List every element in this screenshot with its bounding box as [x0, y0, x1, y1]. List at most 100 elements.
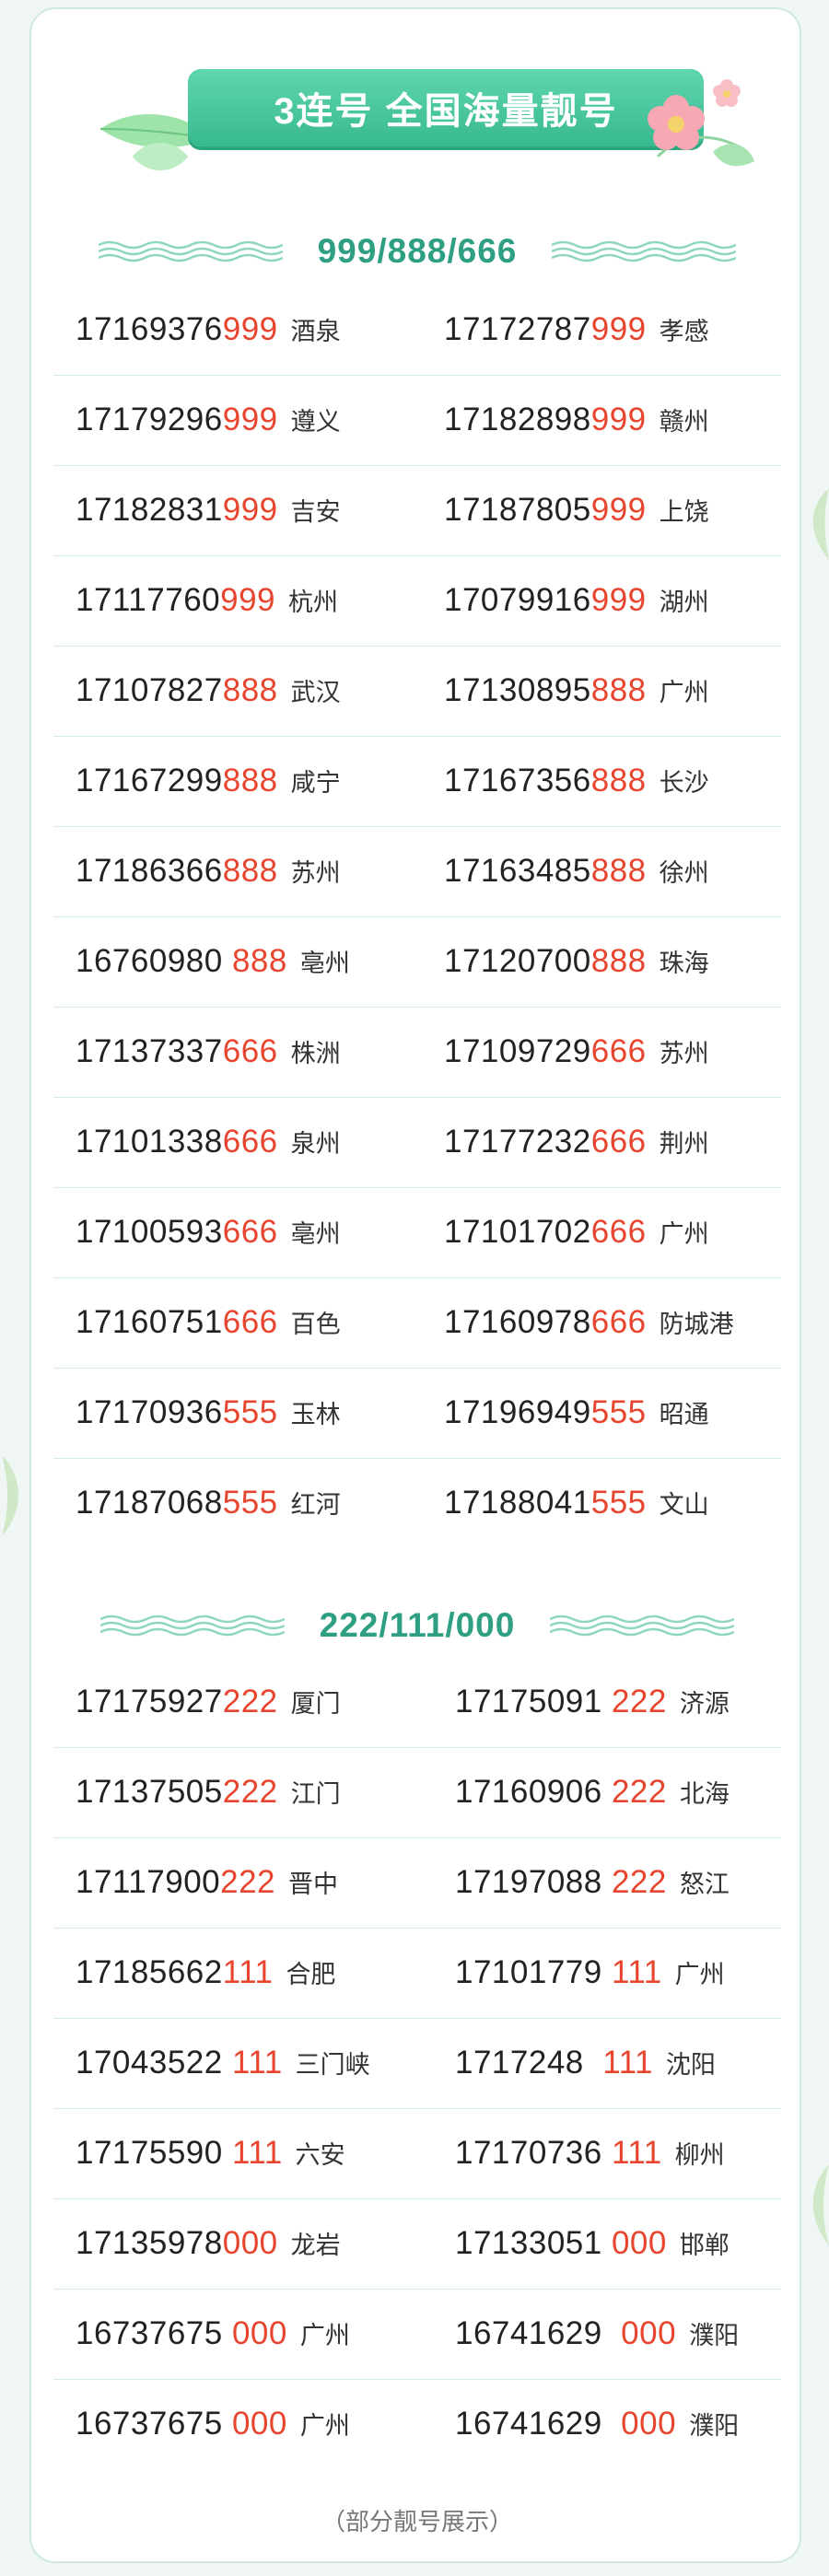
phone-number: 16741629 000 — [455, 2315, 676, 2352]
number-tail: 666 — [222, 1214, 278, 1250]
phone-number-entry[interactable]: 17117900222 晋中 — [76, 1864, 338, 1905]
phone-number-entry[interactable]: 17101702666 广州 — [444, 1214, 709, 1254]
number-prefix: 17101702 — [444, 1214, 591, 1250]
phone-number-entry[interactable]: 16760980 888 亳州 — [76, 943, 350, 984]
number-tail: 999 — [220, 582, 276, 618]
phone-number-entry[interactable]: 17175927222 厦门 — [76, 1684, 341, 1724]
phone-number-entry[interactable]: 17101779 111 广州 — [455, 1954, 725, 1995]
city-label: 江门 — [290, 1780, 341, 1808]
number-tail: 666 — [222, 1124, 278, 1160]
phone-number-entry[interactable]: 17117760999 杭州 — [76, 582, 338, 623]
number-tail: 000 — [231, 2315, 287, 2351]
phone-number-entry[interactable]: 1717248 111 沈阳 — [455, 2045, 716, 2085]
phone-number-entry[interactable]: 17177232666 荆州 — [444, 1124, 709, 1164]
phone-number-entry[interactable]: 17188041555 文山 — [444, 1485, 709, 1525]
phone-number-entry[interactable]: 17163485888 徐州 — [444, 853, 709, 893]
number-prefix: 16741629 — [455, 2315, 622, 2351]
phone-number: 17175590 111 — [76, 2135, 283, 2172]
number-prefix: 17187068 — [76, 1485, 223, 1521]
wave-icon — [552, 240, 737, 262]
phone-number-entry[interactable]: 17079916999 湖州 — [444, 582, 709, 623]
phone-number-entry[interactable]: 16737675 000 广州 — [76, 2315, 350, 2356]
wave-icon — [550, 1614, 735, 1637]
phone-number-entry[interactable]: 17160751666 百色 — [76, 1304, 341, 1345]
phone-number-entry[interactable]: 16741629 000 濮阳 — [455, 2315, 739, 2356]
phone-number-entry[interactable]: 17160978666 防城港 — [444, 1304, 734, 1345]
phone-number-entry[interactable]: 17107827888 武汉 — [76, 672, 341, 713]
number-tail: 000 — [222, 2225, 278, 2261]
phone-number-entry[interactable]: 17160906 222 北海 — [455, 1774, 730, 1814]
phone-number-entry[interactable]: 17135978000 龙岩 — [76, 2225, 341, 2266]
phone-number-entry[interactable]: 17197088 222 怒江 — [455, 1864, 730, 1905]
city-label: 怒江 — [679, 1871, 730, 1898]
number-prefix: 17133051 — [455, 2225, 612, 2261]
city-label: 亳州 — [299, 950, 350, 977]
phone-number-entry[interactable]: 17175590 111 六安 — [76, 2135, 345, 2175]
number-tail: 555 — [590, 1485, 647, 1521]
phone-number-entry[interactable]: 17167299888 咸宁 — [76, 763, 341, 803]
phone-number: 17188041555 — [444, 1485, 647, 1521]
phone-number-entry[interactable]: 17137505222 江门 — [76, 1774, 341, 1814]
number-row: 16737675 000 广州 16741629 000 濮阳 — [53, 2380, 781, 2470]
phone-number-entry[interactable]: 17170736 111 柳州 — [455, 2135, 725, 2175]
phone-number-entry[interactable]: 17043522 111 三门峡 — [76, 2045, 370, 2085]
phone-number: 17107827888 — [76, 672, 278, 709]
number-tail: 000 — [611, 2225, 667, 2261]
number-prefix: 17170936 — [76, 1394, 223, 1430]
footer-note: （部分靓号展示） — [321, 2508, 513, 2535]
phone-number-entry[interactable]: 17169376999 酒泉 — [76, 311, 341, 352]
phone-number-entry[interactable]: 17130895888 广州 — [444, 672, 709, 713]
number-tail: 999 — [590, 311, 647, 347]
number-prefix: 17169376 — [76, 311, 223, 347]
phone-number: 17196949555 — [444, 1394, 647, 1431]
number-prefix: 17167356 — [444, 763, 591, 798]
phone-number-entry[interactable]: 17182831999 吉安 — [76, 492, 341, 532]
number-row: 16760980 888 亳州 17120700888 珠海 — [53, 917, 781, 1008]
number-prefix: 17043522 — [76, 2045, 232, 2081]
phone-number-entry[interactable]: 17187068555 红河 — [76, 1485, 341, 1525]
city-label: 昭通 — [659, 1401, 709, 1428]
phone-number-entry[interactable]: 17167356888 长沙 — [444, 763, 709, 803]
phone-number-entry[interactable]: 17196949555 昭通 — [444, 1394, 709, 1435]
phone-number-entry[interactable]: 17172787999 孝感 — [444, 311, 709, 352]
phone-number-entry[interactable]: 17100593666 亳州 — [76, 1214, 341, 1254]
phone-number-entry[interactable]: 17175091 222 济源 — [455, 1684, 730, 1724]
phone-number: 17170936555 — [76, 1394, 278, 1431]
city-label: 厦门 — [290, 1690, 341, 1718]
city-label: 苏州 — [659, 1040, 709, 1067]
number-row: 17179296999 遵义 17182898999 赣州 — [53, 376, 781, 466]
phone-number-entry[interactable]: 17179296999 遵义 — [76, 402, 341, 442]
phone-number-entry[interactable]: 17101338666 泉州 — [76, 1124, 341, 1164]
city-label: 吉安 — [290, 498, 341, 526]
phone-number-entry[interactable]: 17120700888 珠海 — [444, 943, 709, 984]
number-row: 17175927222 厦门 17175091 222 济源 — [53, 1658, 781, 1748]
number-prefix: 1717248 — [455, 2045, 603, 2081]
side-leaf-icon — [812, 2164, 829, 2245]
phone-number-entry[interactable]: 17170936555 玉林 — [76, 1394, 341, 1435]
phone-number-entry[interactable]: 17109729666 苏州 — [444, 1033, 709, 1074]
number-row: 17186366888 苏州 17163485888 徐州 — [53, 827, 781, 917]
number-prefix: 17130895 — [444, 672, 591, 708]
number-prefix: 17196949 — [444, 1394, 591, 1430]
number-prefix: 17179296 — [76, 402, 223, 437]
phone-number-entry[interactable]: 17182898999 赣州 — [444, 402, 709, 442]
phone-number-entry[interactable]: 17133051 000 邯郸 — [455, 2225, 730, 2266]
number-tail: 666 — [590, 1033, 647, 1069]
banner-title: 3连号 全国海量靓号 — [188, 69, 704, 146]
phone-number: 17172787999 — [444, 311, 647, 348]
number-prefix: 17170736 — [455, 2135, 612, 2171]
phone-number-entry[interactable]: 16737675 000 广州 — [76, 2406, 350, 2446]
phone-number-entry[interactable]: 17187805999 上饶 — [444, 492, 709, 532]
section-title: 222/111/000 — [319, 1606, 516, 1644]
number-row: 17043522 111 三门峡 1717248 111 沈阳 — [53, 2019, 781, 2109]
city-label: 株洲 — [290, 1040, 341, 1067]
phone-number: 17187805999 — [444, 492, 647, 529]
phone-number-entry[interactable]: 17186366888 苏州 — [76, 853, 341, 893]
number-prefix: 17117900 — [76, 1864, 221, 1900]
city-label: 咸宁 — [290, 769, 341, 797]
phone-number-entry[interactable]: 17137337666 株洲 — [76, 1033, 341, 1074]
phone-number-entry[interactable]: 17185662111 合肥 — [76, 1954, 335, 1995]
number-prefix: 17172787 — [444, 311, 591, 347]
phone-number: 16737675 000 — [76, 2406, 287, 2442]
phone-number-entry[interactable]: 16741629 000 濮阳 — [455, 2406, 739, 2446]
